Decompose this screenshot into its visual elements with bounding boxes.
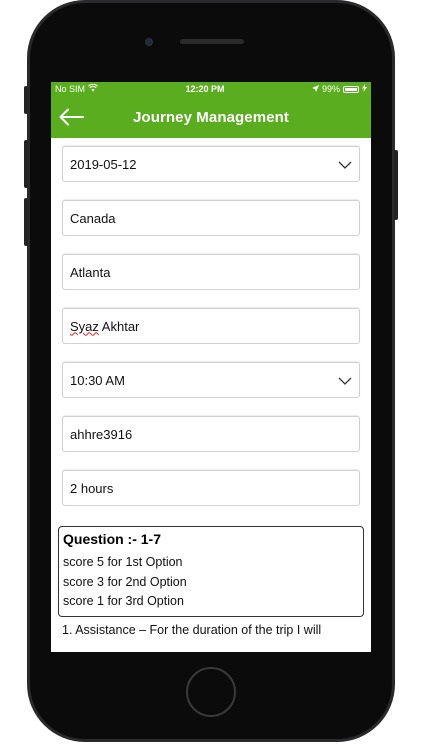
time-select[interactable]: 10:30 AM — [62, 362, 360, 398]
status-time: 12:20 PM — [185, 84, 225, 94]
time-value: 10:30 AM — [70, 372, 125, 388]
app-screen: No SIM 12:20 PM 99% Journey Management 2… — [51, 82, 371, 652]
front-camera — [145, 38, 153, 46]
battery-percent: 99% — [321, 84, 340, 94]
code-value: ahhre3916 — [70, 426, 133, 442]
chevron-down-icon — [338, 377, 352, 385]
volume-up-button — [24, 140, 28, 188]
carrier-label: No SIM — [55, 84, 86, 94]
code-field[interactable]: ahhre3916 — [62, 416, 360, 452]
duration-value: 2 hours — [70, 480, 114, 496]
home-button[interactable] — [186, 667, 236, 717]
score-line: score 1 for 3rd Option — [63, 594, 184, 608]
chevron-down-icon — [338, 161, 352, 169]
name-value: Syaz Akhtar — [70, 319, 139, 334]
page-title: Journey Management — [132, 108, 289, 126]
city-field[interactable]: Atlanta — [62, 254, 360, 290]
back-arrow-icon — [59, 108, 84, 126]
mute-switch — [24, 86, 28, 114]
duration-field[interactable]: 2 hours — [62, 470, 360, 506]
date-value: 2019-05-12 — [70, 156, 137, 172]
date-select[interactable]: 2019-05-12 — [62, 146, 360, 182]
status-bar: No SIM 12:20 PM 99% — [51, 82, 371, 96]
volume-down-button — [24, 198, 28, 246]
earpiece-speaker — [180, 39, 244, 44]
back-button[interactable] — [57, 104, 85, 130]
name-last: Akhtar — [98, 318, 140, 334]
country-field[interactable]: Canada — [62, 200, 360, 236]
name-field[interactable]: Syaz Akhtar — [62, 308, 360, 344]
question-title: Question :- 1-7 — [63, 531, 162, 547]
question-box: Question :- 1-7 score 5 for 1st Option s… — [58, 526, 364, 617]
name-first: Syaz — [70, 318, 99, 334]
navigation-bar: Journey Management — [51, 96, 371, 138]
score-line: score 3 for 2nd Option — [63, 574, 187, 589]
journey-form: 2019-05-12 Canada Atlanta Syaz Akhtar 10… — [51, 138, 371, 637]
charging-bolt-icon — [362, 84, 367, 94]
country-value: Canada — [70, 210, 116, 226]
score-line: score 5 for 1st Option — [63, 555, 183, 569]
power-button — [394, 150, 398, 220]
wifi-icon — [88, 83, 99, 94]
city-value: Atlanta — [70, 264, 111, 280]
location-arrow-icon — [311, 84, 319, 94]
question-item-text: 1. Assistance – For the duration of the … — [62, 622, 322, 637]
battery-icon — [343, 85, 359, 93]
